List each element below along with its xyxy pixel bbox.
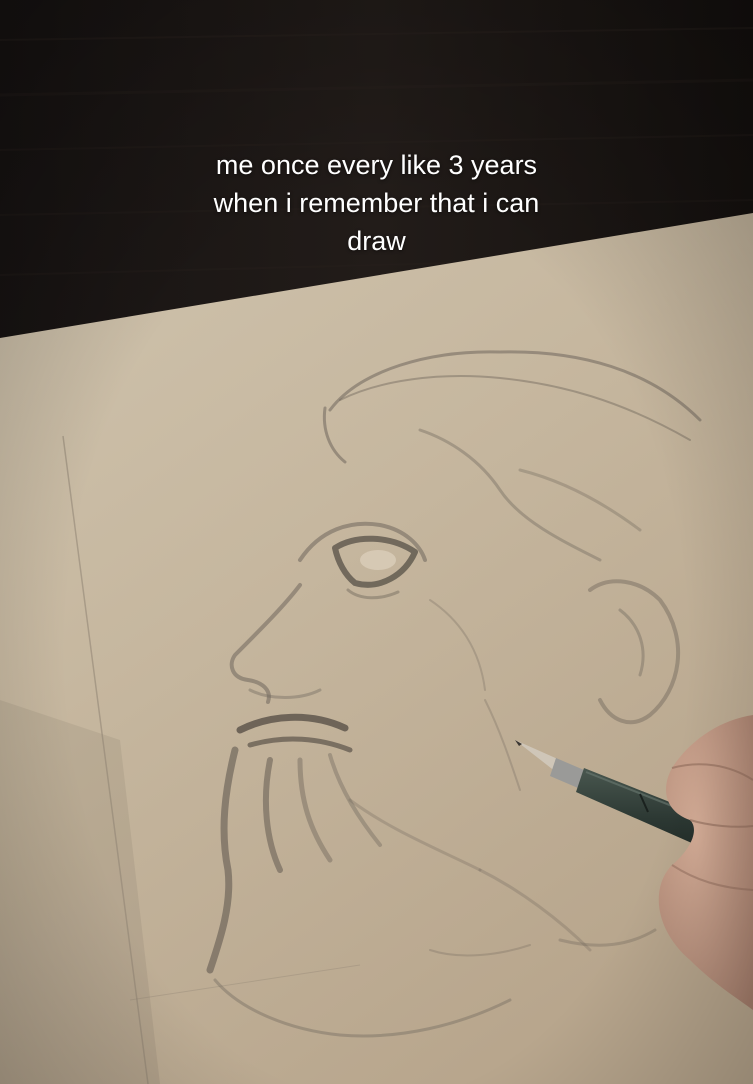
video-frame: me once every like 3 years when i rememb… (0, 0, 753, 1084)
caption-overlay: me once every like 3 years when i rememb… (0, 146, 753, 260)
caption-line-2: when i remember that i can (213, 188, 540, 218)
caption-line-3: draw (347, 226, 406, 256)
caption-line-1: me once every like 3 years (215, 150, 538, 180)
